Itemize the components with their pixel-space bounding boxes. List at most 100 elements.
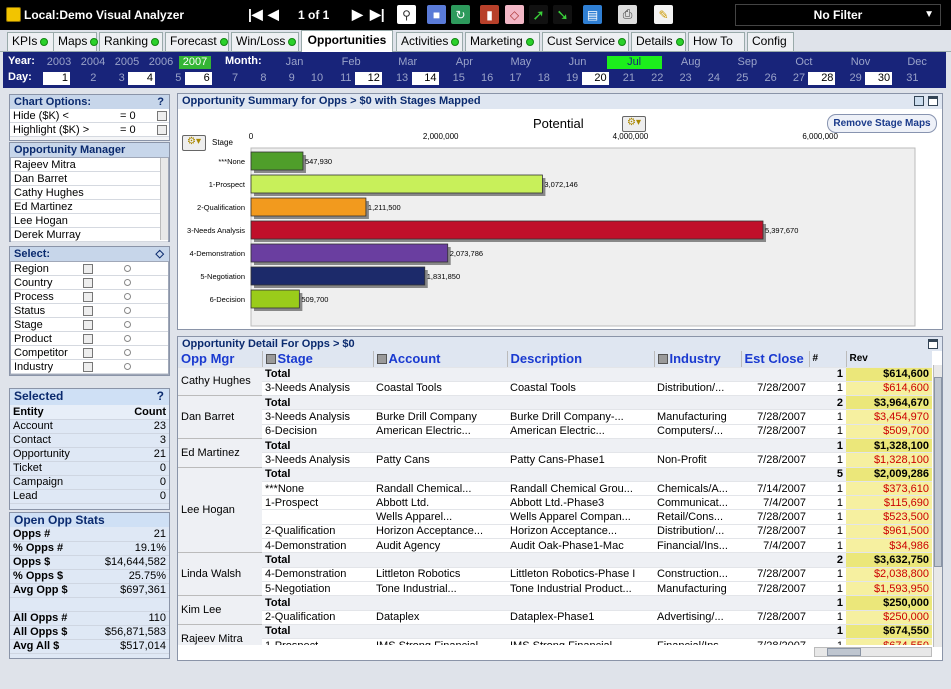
day-31[interactable]: 31	[894, 72, 921, 85]
day-22[interactable]: 22	[638, 72, 665, 85]
description-cell[interactable]: Littleton Robotics-Phase I	[507, 567, 654, 582]
filter-icon[interactable]	[657, 354, 668, 365]
day-6[interactable]: 6	[184, 72, 212, 85]
help-icon[interactable]: ?	[157, 389, 164, 403]
year-2006[interactable]: 2006	[145, 56, 177, 69]
month-jul[interactable]: Jul	[606, 56, 662, 69]
table-row[interactable]: 1-Prospect Abbott Ltd. Abbott Ltd.-Phase3 C…	[178, 495, 932, 511]
select-item-industry[interactable]: Industry	[11, 360, 168, 374]
print-icon[interactable]: ⎙	[618, 5, 637, 24]
table-row[interactable]: 3-Needs Analysis Coastal Tools Coastal Too…	[178, 381, 932, 397]
account-cell[interactable]: Dataplex	[373, 610, 507, 625]
radio-button[interactable]	[124, 293, 131, 300]
table-row[interactable]: 2-Qualification Horizon Acceptance... Hori…	[178, 524, 932, 540]
day-3[interactable]: 3	[100, 72, 127, 85]
day-17[interactable]: 17	[497, 72, 524, 85]
book-icon[interactable]: ▮	[480, 5, 499, 24]
industry-cell[interactable]: Financial/Ins...	[654, 538, 741, 554]
description-cell[interactable]: Abbott Ltd.-Phase3	[507, 495, 654, 511]
drill-down-icon[interactable]: ➘	[553, 5, 572, 24]
table-row[interactable]: Wells Apparel... Wells Apparel Compan... R…	[178, 509, 932, 525]
month-sep[interactable]: Sep	[720, 56, 775, 69]
table-row[interactable]: 4-Demonstration Audit Agency Audit Oak-Pha…	[178, 538, 932, 554]
next-page-icon[interactable]: ▶	[352, 6, 363, 23]
day-10[interactable]: 10	[298, 72, 325, 85]
account-cell[interactable]: American Electric...	[373, 424, 507, 439]
day-5[interactable]: 5	[156, 72, 183, 85]
account-cell[interactable]: IMS Strong Financial	[373, 638, 507, 645]
stage-cell[interactable]: 4-Demonstration	[262, 567, 373, 582]
day-11[interactable]: 11	[327, 72, 354, 85]
highlight-threshold-row[interactable]: Highlight ($K) > = 0	[10, 123, 169, 137]
table-row[interactable]: 6-Decision American Electric... American E…	[178, 424, 932, 439]
industry-cell[interactable]: Construction...	[654, 567, 741, 582]
day-25[interactable]: 25	[723, 72, 750, 85]
account-cell[interactable]: Littleton Robotics	[373, 567, 507, 582]
opp-manager-cell[interactable]: Lee Hogan	[178, 467, 262, 554]
total-row[interactable]: Dan Barret Total 2 $3,964,670	[178, 395, 932, 439]
table-row[interactable]: 1-ProspectIMS Strong FinancialIMS Strong…	[178, 638, 932, 645]
description-cell[interactable]: Coastal Tools	[507, 381, 654, 397]
day-9[interactable]: 9	[270, 72, 297, 85]
filter-icon[interactable]	[83, 278, 93, 288]
hide-value[interactable]: = 0	[120, 109, 136, 123]
manager-item[interactable]: Derek Murray	[11, 228, 168, 242]
tab-ranking[interactable]: Ranking	[99, 32, 163, 51]
list-scrollbar[interactable]	[160, 158, 168, 240]
tab-details[interactable]: Details	[631, 32, 686, 51]
industry-cell[interactable]: Manufacturing	[654, 409, 741, 425]
day-15[interactable]: 15	[440, 72, 467, 85]
radio-button[interactable]	[124, 335, 131, 342]
table-row[interactable]: 4-Demonstration Littleton Robotics Littlet…	[178, 567, 932, 582]
radio-button[interactable]	[124, 349, 131, 356]
bar-none[interactable]	[250, 151, 304, 171]
month-jan[interactable]: Jan	[267, 56, 322, 69]
stage-cell[interactable]: 1-Prospect	[262, 495, 373, 511]
eraser-icon[interactable]: ◇	[156, 247, 164, 261]
select-item-competitor[interactable]: Competitor	[11, 346, 168, 360]
account-cell[interactable]: Horizon Acceptance...	[373, 524, 507, 540]
month-oct[interactable]: Oct	[776, 56, 831, 69]
bar-4demonstration[interactable]	[250, 243, 449, 263]
total-row[interactable]: Kim Lee Total 1 $250,000	[178, 595, 932, 625]
horizontal-scrollbar[interactable]	[814, 647, 932, 657]
export-icon[interactable]: ✎	[654, 5, 673, 24]
filter-icon[interactable]	[83, 348, 93, 358]
year-2005[interactable]: 2005	[111, 56, 143, 69]
day-30[interactable]: 30	[865, 72, 893, 85]
highlight-value[interactable]: = 0	[120, 123, 136, 137]
industry-cell[interactable]: Distribution/...	[654, 381, 741, 397]
day-27[interactable]: 27	[780, 72, 807, 85]
refresh-icon[interactable]: ↻	[451, 5, 470, 24]
tab-activities[interactable]: Activities	[396, 32, 463, 51]
industry-cell[interactable]: Retail/Cons...	[654, 509, 741, 525]
radio-button[interactable]	[124, 321, 131, 328]
month-aug[interactable]: Aug	[663, 56, 718, 69]
select-item-process[interactable]: Process	[11, 290, 168, 304]
industry-cell[interactable]: Advertising/...	[654, 610, 741, 625]
stage-cell[interactable]: ***None	[262, 481, 373, 497]
day-21[interactable]: 21	[610, 72, 637, 85]
stage-cell[interactable]: 4-Demonstration	[262, 538, 373, 554]
col-header-opp-mgr[interactable]: Opp Mgr	[178, 351, 263, 368]
opportunity-manager-list[interactable]: Rajeev Mitra Dan Barret Cathy Hughes Ed Mar…	[10, 157, 169, 242]
eraser-icon[interactable]: ◇	[505, 5, 524, 24]
total-row[interactable]: Cathy Hughes Total 1 $614,600	[178, 367, 932, 397]
tab-cust-service[interactable]: Cust Service	[542, 32, 629, 51]
account-cell[interactable]: Abbott Ltd.	[373, 495, 507, 511]
day-20[interactable]: 20	[581, 72, 609, 85]
col-header-description[interactable]: Description	[507, 351, 655, 368]
count-col-header[interactable]: Count	[109, 405, 169, 420]
industry-cell[interactable]: Computers/...	[654, 424, 741, 439]
stage-cell[interactable]: 3-Needs Analysis	[262, 452, 373, 468]
stage-cell[interactable]: 2-Qualification	[262, 524, 373, 540]
last-page-icon[interactable]: ▶|	[370, 6, 385, 23]
month-jun[interactable]: Jun	[550, 56, 605, 69]
description-cell[interactable]: American Electric...	[507, 424, 654, 439]
industry-cell[interactable]: Distribution/...	[654, 524, 741, 540]
month-mar[interactable]: Mar	[380, 56, 435, 69]
scroll-thumb[interactable]	[827, 648, 861, 656]
stage-cell[interactable]: 6-Decision	[262, 424, 373, 439]
drill-up-icon[interactable]: ➚	[529, 5, 548, 24]
account-cell[interactable]: Randall Chemical...	[373, 481, 507, 497]
